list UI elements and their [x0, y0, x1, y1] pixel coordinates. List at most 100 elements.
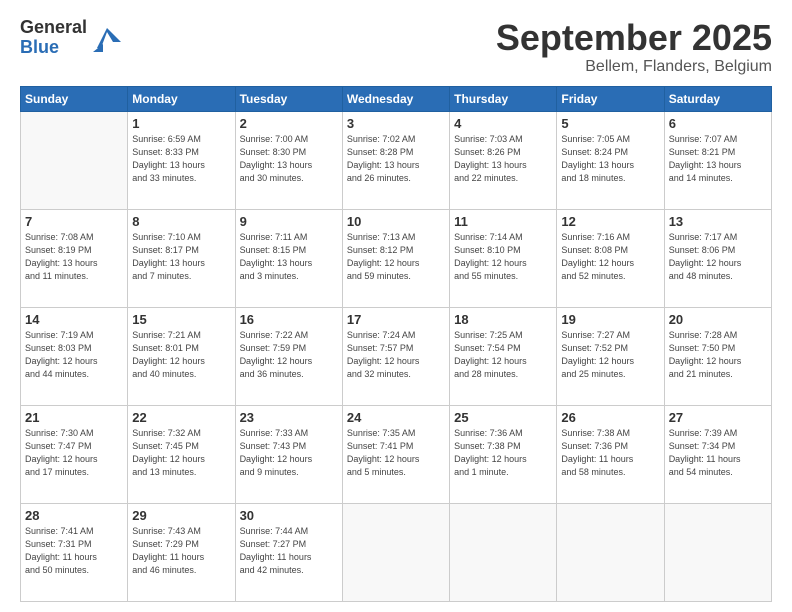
- sunrise-text: Sunrise: 7:19 AM: [25, 329, 123, 342]
- calendar-cell: 22Sunrise: 7:32 AMSunset: 7:45 PMDayligh…: [128, 405, 235, 503]
- calendar-week-2: 14Sunrise: 7:19 AMSunset: 8:03 PMDayligh…: [21, 307, 772, 405]
- calendar-cell: 29Sunrise: 7:43 AMSunset: 7:29 PMDayligh…: [128, 503, 235, 601]
- calendar-cell: 17Sunrise: 7:24 AMSunset: 7:57 PMDayligh…: [342, 307, 449, 405]
- calendar-cell: 24Sunrise: 7:35 AMSunset: 7:41 PMDayligh…: [342, 405, 449, 503]
- day-info: Sunrise: 7:39 AMSunset: 7:34 PMDaylight:…: [669, 427, 767, 479]
- daylight-text-2: and 14 minutes.: [669, 172, 767, 185]
- day-info: Sunrise: 7:43 AMSunset: 7:29 PMDaylight:…: [132, 525, 230, 577]
- sunset-text: Sunset: 7:50 PM: [669, 342, 767, 355]
- sunset-text: Sunset: 8:24 PM: [561, 146, 659, 159]
- calendar-cell: [664, 503, 771, 601]
- sunrise-text: Sunrise: 7:44 AM: [240, 525, 338, 538]
- day-info: Sunrise: 7:25 AMSunset: 7:54 PMDaylight:…: [454, 329, 552, 381]
- weekday-header-thursday: Thursday: [450, 86, 557, 111]
- sunset-text: Sunset: 8:10 PM: [454, 244, 552, 257]
- daylight-text: Daylight: 12 hours: [669, 355, 767, 368]
- calendar-cell: 11 Sunrise: 7:14 AMSunset: 8:10 PMDayligh…: [450, 209, 557, 307]
- day-info: Sunrise: 7:14 AMSunset: 8:10 PMDaylight:…: [454, 231, 552, 283]
- daylight-text-2: and 42 minutes.: [240, 564, 338, 577]
- sunset-text: Sunset: 7:59 PM: [240, 342, 338, 355]
- daylight-text-2: and 26 minutes.: [347, 172, 445, 185]
- day-info: Sunrise: 7:16 AMSunset: 8:08 PMDaylight:…: [561, 231, 659, 283]
- sunrise-text: Sunrise: 7:43 AM: [132, 525, 230, 538]
- sunrise-text: Sunrise: 7:00 AM: [240, 133, 338, 146]
- sunset-text: Sunset: 8:15 PM: [240, 244, 338, 257]
- daylight-text: Daylight: 12 hours: [132, 355, 230, 368]
- daylight-text: Daylight: 12 hours: [561, 355, 659, 368]
- sunset-text: Sunset: 7:36 PM: [561, 440, 659, 453]
- daylight-text: Daylight: 11 hours: [132, 551, 230, 564]
- day-number: 16: [240, 312, 338, 327]
- day-info: Sunrise: 6:59 AMSunset: 8:33 PMDaylight:…: [132, 133, 230, 185]
- day-number: 11: [454, 214, 552, 229]
- calendar-cell: 21 Sunrise: 7:30 AMSunset: 7:47 PMDayligh…: [21, 405, 128, 503]
- header-right: September 2025 Bellem, Flanders, Belgium: [496, 18, 772, 76]
- calendar-header: SundayMondayTuesdayWednesdayThursdayFrid…: [21, 86, 772, 111]
- daylight-text-2: and 33 minutes.: [132, 172, 230, 185]
- calendar-cell: 12Sunrise: 7:16 AMSunset: 8:08 PMDayligh…: [557, 209, 664, 307]
- sunrise-text: Sunrise: 7:08 AM: [25, 231, 123, 244]
- daylight-text: Daylight: 13 hours: [240, 159, 338, 172]
- sunrise-text: Sunrise: 7:30 AM: [25, 427, 123, 440]
- day-info: Sunrise: 7:30 AMSunset: 7:47 PMDaylight:…: [25, 427, 123, 479]
- day-info: Sunrise: 7:13 AMSunset: 8:12 PMDaylight:…: [347, 231, 445, 283]
- sunset-text: Sunset: 7:57 PM: [347, 342, 445, 355]
- day-number: 25: [454, 410, 552, 425]
- calendar: SundayMondayTuesdayWednesdayThursdayFrid…: [20, 86, 772, 602]
- daylight-text: Daylight: 12 hours: [132, 453, 230, 466]
- calendar-cell: 27Sunrise: 7:39 AMSunset: 7:34 PMDayligh…: [664, 405, 771, 503]
- sunset-text: Sunset: 7:52 PM: [561, 342, 659, 355]
- logo-general: General: [20, 18, 87, 38]
- calendar-cell: 7Sunrise: 7:08 AMSunset: 8:19 PMDaylight…: [21, 209, 128, 307]
- daylight-text: Daylight: 13 hours: [132, 257, 230, 270]
- calendar-week-1: 7Sunrise: 7:08 AMSunset: 8:19 PMDaylight…: [21, 209, 772, 307]
- sunrise-text: Sunrise: 7:16 AM: [561, 231, 659, 244]
- day-info: Sunrise: 7:24 AMSunset: 7:57 PMDaylight:…: [347, 329, 445, 381]
- calendar-week-3: 21 Sunrise: 7:30 AMSunset: 7:47 PMDayligh…: [21, 405, 772, 503]
- daylight-text-2: and 3 minutes.: [240, 270, 338, 283]
- daylight-text: Daylight: 13 hours: [347, 159, 445, 172]
- month-title: September 2025: [496, 18, 772, 58]
- day-info: Sunrise: 7:27 AMSunset: 7:52 PMDaylight:…: [561, 329, 659, 381]
- daylight-text: Daylight: 12 hours: [347, 355, 445, 368]
- sunset-text: Sunset: 7:45 PM: [132, 440, 230, 453]
- day-number: 18: [454, 312, 552, 327]
- daylight-text-2: and 36 minutes.: [240, 368, 338, 381]
- sunrise-text: Sunrise: 7:35 AM: [347, 427, 445, 440]
- daylight-text-2: and 48 minutes.: [669, 270, 767, 283]
- sunset-text: Sunset: 7:27 PM: [240, 538, 338, 551]
- sunrise-text: Sunrise: 7:24 AM: [347, 329, 445, 342]
- sunrise-text: Sunrise: 7:36 AM: [454, 427, 552, 440]
- sunset-text: Sunset: 8:03 PM: [25, 342, 123, 355]
- sunset-text: Sunset: 8:01 PM: [132, 342, 230, 355]
- daylight-text-2: and 50 minutes.: [25, 564, 123, 577]
- daylight-text-2: and 40 minutes.: [132, 368, 230, 381]
- calendar-week-4: 28Sunrise: 7:41 AMSunset: 7:31 PMDayligh…: [21, 503, 772, 601]
- calendar-cell: 28Sunrise: 7:41 AMSunset: 7:31 PMDayligh…: [21, 503, 128, 601]
- day-number: 24: [347, 410, 445, 425]
- daylight-text: Daylight: 11 hours: [25, 551, 123, 564]
- weekday-header-sunday: Sunday: [21, 86, 128, 111]
- sunrise-text: Sunrise: 6:59 AM: [132, 133, 230, 146]
- calendar-cell: 15Sunrise: 7:21 AMSunset: 8:01 PMDayligh…: [128, 307, 235, 405]
- subtitle: Bellem, Flanders, Belgium: [496, 58, 772, 76]
- page: General Blue September 2025 Bellem, Flan…: [0, 0, 792, 612]
- sunset-text: Sunset: 7:29 PM: [132, 538, 230, 551]
- calendar-cell: 25Sunrise: 7:36 AMSunset: 7:38 PMDayligh…: [450, 405, 557, 503]
- sunset-text: Sunset: 7:31 PM: [25, 538, 123, 551]
- daylight-text-2: and 59 minutes.: [347, 270, 445, 283]
- daylight-text: Daylight: 13 hours: [132, 159, 230, 172]
- daylight-text: Daylight: 11 hours: [561, 453, 659, 466]
- sunrise-text: Sunrise: 7:22 AM: [240, 329, 338, 342]
- day-number: 7: [25, 214, 123, 229]
- calendar-cell: 23Sunrise: 7:33 AMSunset: 7:43 PMDayligh…: [235, 405, 342, 503]
- calendar-cell: 9Sunrise: 7:11 AMSunset: 8:15 PMDaylight…: [235, 209, 342, 307]
- sunset-text: Sunset: 8:12 PM: [347, 244, 445, 257]
- day-info: Sunrise: 7:10 AMSunset: 8:17 PMDaylight:…: [132, 231, 230, 283]
- sunrise-text: Sunrise: 7:38 AM: [561, 427, 659, 440]
- daylight-text: Daylight: 12 hours: [240, 355, 338, 368]
- sunset-text: Sunset: 8:17 PM: [132, 244, 230, 257]
- day-number: 6: [669, 116, 767, 131]
- day-number: 21: [25, 410, 123, 425]
- calendar-body: 1Sunrise: 6:59 AMSunset: 8:33 PMDaylight…: [21, 111, 772, 601]
